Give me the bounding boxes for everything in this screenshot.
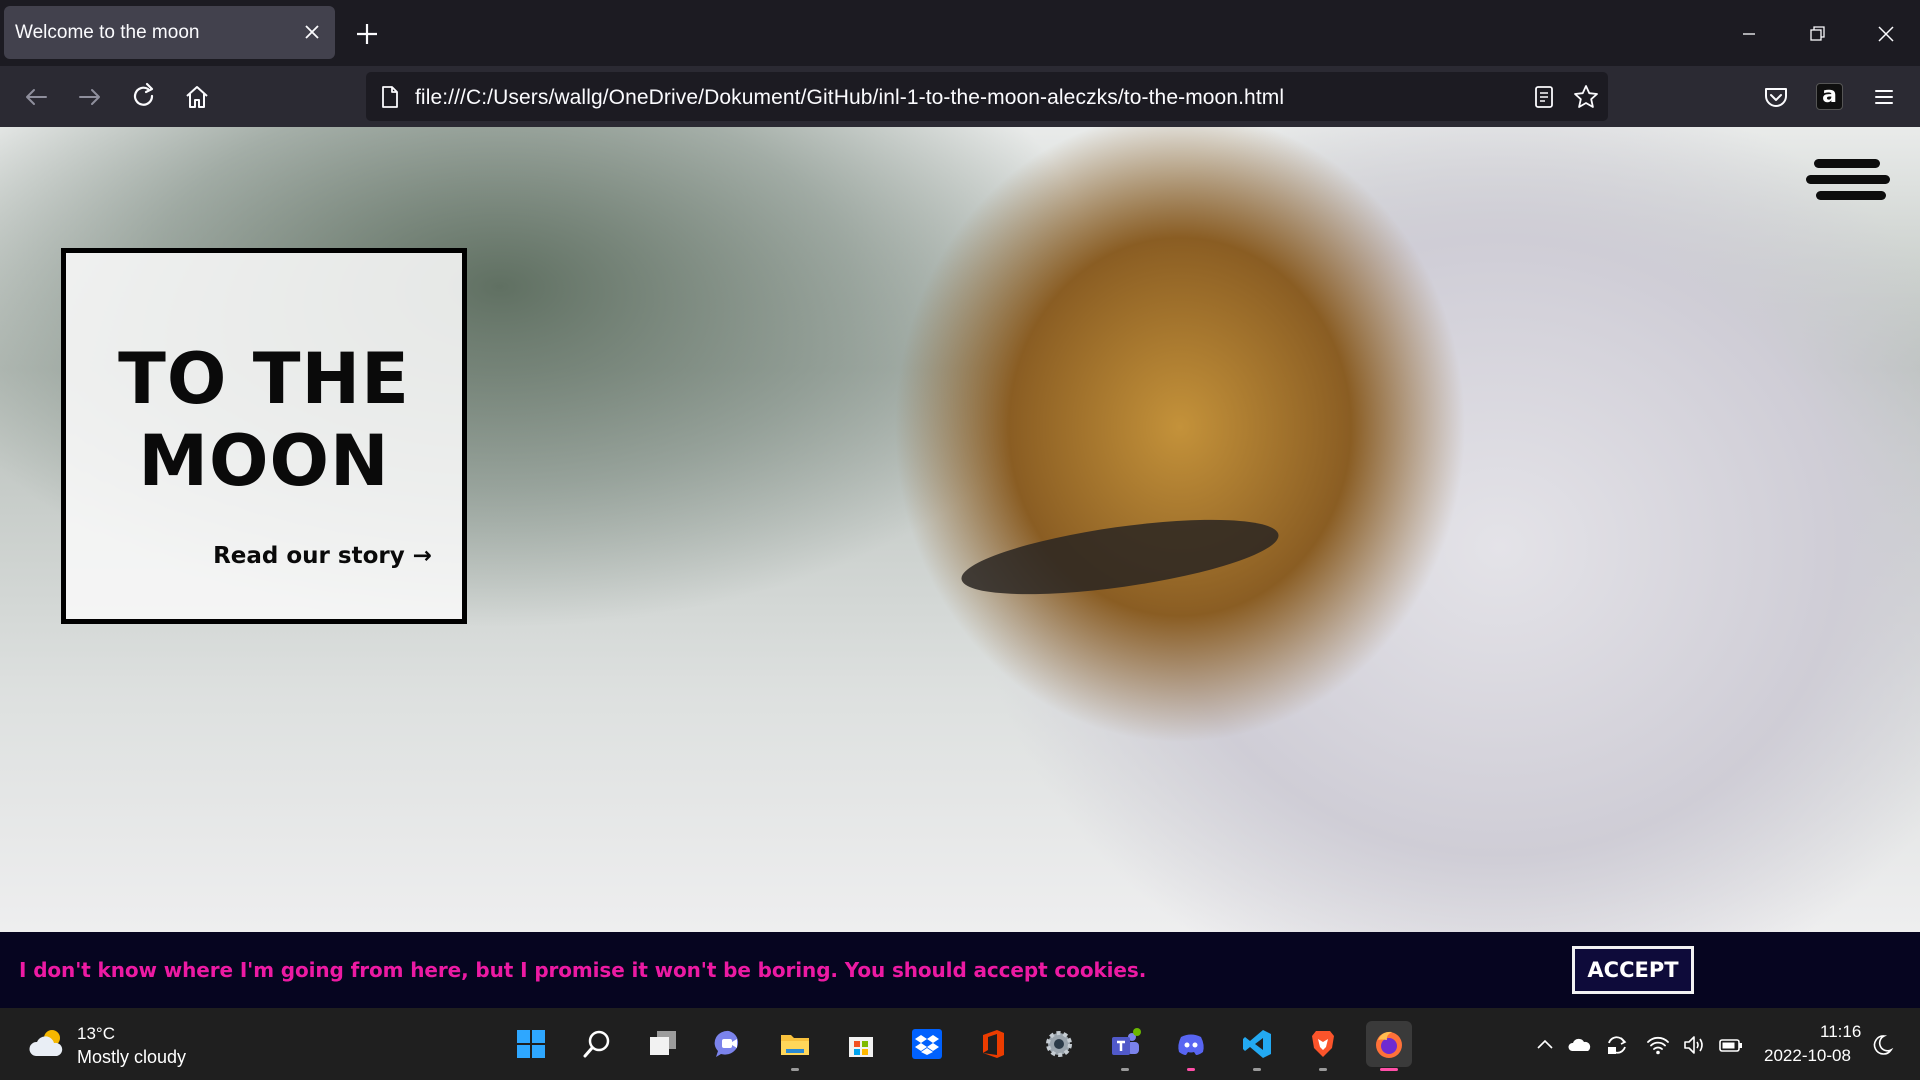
- settings-app[interactable]: [1036, 1021, 1082, 1067]
- dropbox-app[interactable]: [904, 1021, 950, 1067]
- close-icon[interactable]: [297, 17, 327, 47]
- pocket-icon[interactable]: [1758, 79, 1794, 115]
- reload-icon[interactable]: [126, 79, 162, 115]
- weather-temperature[interactable]: 13°C: [77, 1024, 115, 1044]
- accept-cookies-button[interactable]: ACCEPT: [1572, 946, 1694, 994]
- vscode-app[interactable]: [1234, 1021, 1280, 1071]
- store-icon: [849, 1037, 873, 1057]
- windows-start-button[interactable]: [508, 1021, 554, 1067]
- taskbar: 13°C Mostly cloudy 11:16 2022-10-08: [0, 1008, 1920, 1080]
- window-close-icon[interactable]: [1866, 14, 1906, 54]
- page-viewport: TO THE MOON Read our story →: [0, 127, 1920, 932]
- title-line: MOON: [138, 420, 390, 502]
- menu-bar: [1814, 159, 1880, 168]
- running-indicator: [1380, 1068, 1398, 1071]
- file-explorer-app[interactable]: [772, 1021, 818, 1071]
- office-icon: [983, 1030, 1004, 1058]
- forward-arrow-icon[interactable]: [72, 79, 108, 115]
- url-text[interactable]: file:///C:/Users/wallg/OneDrive/Dokument…: [415, 86, 1284, 110]
- menu-bar: [1806, 175, 1890, 184]
- clock-date[interactable]: 2022-10-08: [1764, 1046, 1851, 1066]
- title-card: TO THE MOON Read our story →: [61, 248, 467, 624]
- clock-time[interactable]: 11:16: [1820, 1022, 1861, 1042]
- menu-bar: [1816, 191, 1886, 200]
- wifi-icon[interactable]: [1645, 1032, 1671, 1058]
- weather-description[interactable]: Mostly cloudy: [77, 1047, 186, 1068]
- folder-icon: [781, 1035, 809, 1055]
- tab-title: Welcome to the moon: [15, 22, 200, 43]
- cookie-banner: I don't know where I'm going from here, …: [0, 932, 1920, 1008]
- discord-app[interactable]: [1168, 1021, 1214, 1071]
- microsoft-store-app[interactable]: [838, 1021, 884, 1067]
- restore-icon[interactable]: [1797, 14, 1837, 54]
- search-button[interactable]: [574, 1021, 620, 1067]
- brave-app[interactable]: [1300, 1021, 1346, 1071]
- home-icon[interactable]: [179, 79, 215, 115]
- battery-icon[interactable]: [1718, 1032, 1744, 1058]
- gear-icon: [1046, 1031, 1072, 1057]
- moon-icon[interactable]: [1869, 1032, 1895, 1058]
- reader-view-icon[interactable]: [1531, 84, 1557, 110]
- title-line: TO THE: [118, 338, 410, 420]
- minimize-icon[interactable]: [1729, 14, 1769, 54]
- page-icon: [382, 86, 398, 108]
- weather-cloud-sun-icon[interactable]: [28, 1026, 68, 1060]
- tab-strip: Welcome to the moon: [0, 0, 1920, 66]
- page-title: TO THE MOON: [66, 338, 462, 502]
- teams-icon: [1112, 1028, 1141, 1055]
- vscode-icon: [1243, 1030, 1271, 1058]
- running-indicator: [1121, 1068, 1129, 1071]
- chat-app[interactable]: [706, 1021, 752, 1067]
- amazon-icon[interactable]: a: [1812, 79, 1848, 115]
- tab-active[interactable]: Welcome to the moon: [4, 6, 335, 59]
- sync-icon[interactable]: [1604, 1032, 1630, 1058]
- volume-icon[interactable]: [1681, 1032, 1707, 1058]
- task-view-icon: [650, 1031, 676, 1055]
- task-view-button[interactable]: [640, 1021, 686, 1067]
- running-indicator: [1319, 1068, 1327, 1071]
- read-story-link[interactable]: Read our story →: [213, 543, 432, 569]
- plus-icon[interactable]: [350, 17, 384, 51]
- chevron-up-icon[interactable]: [1532, 1032, 1558, 1058]
- bookmark-star-icon[interactable]: [1572, 83, 1600, 111]
- firefox-app[interactable]: [1366, 1021, 1412, 1071]
- hamburger-menu-icon[interactable]: [1866, 79, 1902, 115]
- windows-logo-icon: [517, 1030, 545, 1058]
- running-indicator: [1253, 1068, 1261, 1071]
- discord-icon: [1178, 1034, 1204, 1055]
- site-menu-button[interactable]: [1806, 155, 1890, 205]
- nav-toolbar: file:///C:/Users/wallg/OneDrive/Dokument…: [0, 66, 1920, 127]
- onedrive-cloud-icon[interactable]: [1567, 1032, 1593, 1058]
- running-indicator: [791, 1068, 799, 1071]
- teams-app[interactable]: [1102, 1021, 1148, 1071]
- firefox-icon: [1376, 1031, 1402, 1058]
- dropbox-icon: [912, 1029, 942, 1059]
- amazon-letter: a: [1816, 83, 1843, 110]
- cookie-message: I don't know where I'm going from here, …: [19, 958, 1147, 982]
- brave-lion-icon: [1312, 1031, 1334, 1057]
- url-bar[interactable]: file:///C:/Users/wallg/OneDrive/Dokument…: [366, 72, 1608, 121]
- office-app[interactable]: [970, 1021, 1016, 1067]
- back-arrow-icon[interactable]: [18, 79, 54, 115]
- search-icon: [583, 1030, 610, 1058]
- chat-icon: [714, 1030, 739, 1057]
- running-indicator: [1187, 1068, 1195, 1071]
